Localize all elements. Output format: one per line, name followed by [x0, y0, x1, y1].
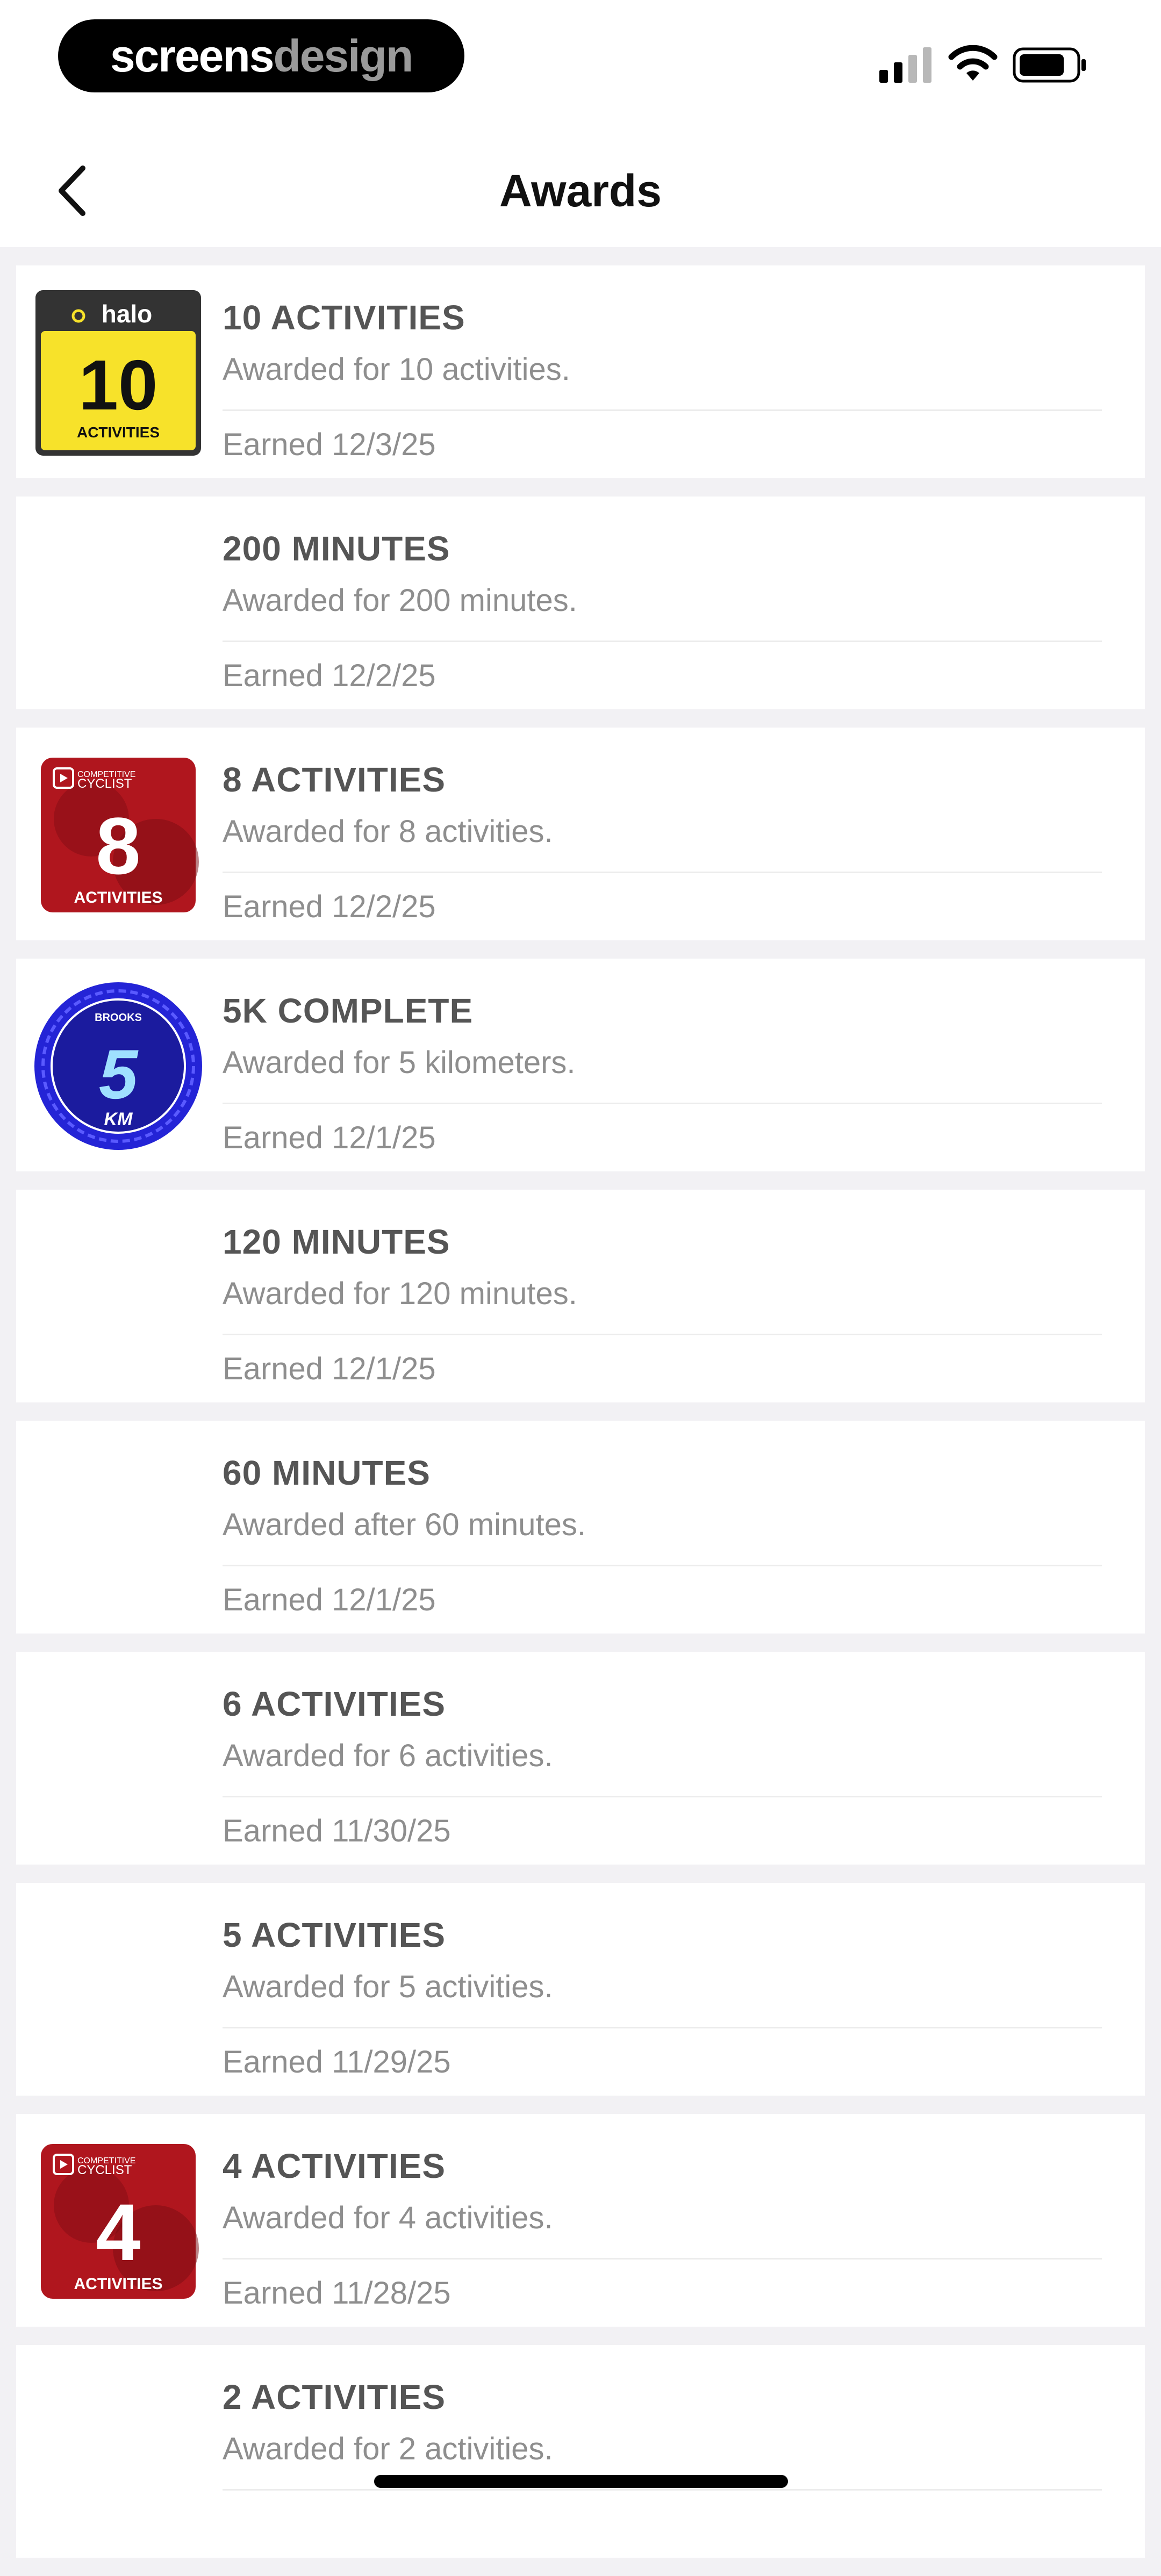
divider: [223, 872, 1102, 873]
divider: [223, 2027, 1102, 2028]
divider: [223, 2489, 1102, 2491]
award-description: Awarded after 60 minutes.: [223, 1507, 586, 1542]
cyclist-badge-brand: CYCLIST: [77, 2163, 132, 2177]
award-description: Awarded for 2 activities.: [223, 2431, 553, 2466]
award-card[interactable]: 120 MINUTES Awarded for 120 minutes. Ear…: [16, 1190, 1145, 1402]
award-card[interactable]: halo 10 ACTIVITIES 10 ACTIVITIES Awarded…: [16, 265, 1145, 478]
award-title: 60 MINUTES: [223, 1454, 431, 1492]
award-description: Awarded for 200 minutes.: [223, 583, 577, 618]
award-card[interactable]: 6 ACTIVITIES Awarded for 6 activities. E…: [16, 1652, 1145, 1865]
status-bar: screens design: [0, 0, 1161, 129]
award-description: Awarded for 120 minutes.: [223, 1276, 577, 1311]
award-title: 10 ACTIVITIES: [223, 298, 465, 337]
award-description: Awarded for 10 activities.: [223, 352, 570, 387]
cyclist-4-badge-icon: COMPETITIVE CYCLIST 4 ACTIVITIES: [41, 2144, 199, 2299]
divider: [223, 1334, 1102, 1335]
award-description: Awarded for 8 activities.: [223, 814, 553, 849]
award-title: 120 MINUTES: [223, 1222, 450, 1261]
divider: [223, 409, 1102, 411]
award-card[interactable]: 200 MINUTES Awarded for 200 minutes. Ear…: [16, 497, 1145, 709]
award-description: Awarded for 4 activities.: [223, 2200, 553, 2235]
award-earned-date: Earned 12/1/25: [223, 1351, 436, 1386]
award-title: 6 ACTIVITIES: [223, 1685, 446, 1723]
signal-icon: [879, 47, 931, 83]
award-description: Awarded for 5 kilometers.: [223, 1045, 576, 1080]
halo-badge-number: 10: [79, 346, 158, 424]
brand-secondary: design: [273, 30, 413, 81]
cyclist-badge-number: 8: [96, 801, 140, 891]
award-title: 5K COMPLETE: [223, 991, 474, 1030]
cyclist-badge-number: 4: [96, 2187, 140, 2277]
award-description: Awarded for 5 activities.: [223, 1969, 553, 2004]
divider: [223, 1796, 1102, 1797]
divider: [223, 1103, 1102, 1104]
award-card[interactable]: 2 ACTIVITIES Awarded for 2 activities.: [16, 2345, 1145, 2558]
cyclist-8-badge-icon: COMPETITIVE CYCLIST 8 ACTIVITIES: [41, 758, 199, 912]
award-title: 5 ACTIVITIES: [223, 1916, 446, 1954]
nav-bar: Awards: [0, 129, 1161, 247]
page-title: Awards: [499, 166, 662, 216]
award-title: 2 ACTIVITIES: [223, 2378, 446, 2416]
award-earned-date: Earned 11/28/25: [223, 2276, 451, 2311]
award-title: 200 MINUTES: [223, 529, 450, 568]
halo-10-badge-icon: halo 10 ACTIVITIES: [35, 290, 201, 456]
cyclist-badge-label: ACTIVITIES: [74, 889, 162, 906]
award-earned-date: Earned 12/1/25: [223, 1582, 436, 1617]
award-earned-date: Earned 12/1/25: [223, 1120, 436, 1155]
award-earned-date: Earned 12/2/25: [223, 658, 436, 693]
awards-list: halo 10 ACTIVITIES 10 ACTIVITIES Awarded…: [16, 265, 1145, 2576]
home-indicator[interactable]: [374, 2475, 788, 2488]
brooks-badge-brand: BROOKS: [95, 1012, 142, 1024]
halo-badge-label: ACTIVITIES: [77, 424, 160, 441]
divider: [223, 1565, 1102, 1566]
divider: [223, 641, 1102, 642]
wifi-icon: [948, 45, 998, 81]
award-title: 4 ACTIVITIES: [223, 2147, 446, 2185]
divider: [223, 2258, 1102, 2260]
award-earned-date: Earned 12/2/25: [223, 889, 436, 924]
halo-badge-brand: halo: [102, 300, 153, 328]
brand-logo: screens design: [58, 19, 464, 92]
award-earned-date: Earned 11/30/25: [223, 1814, 451, 1848]
award-card[interactable]: COMPETITIVE CYCLIST 8 ACTIVITIES 8 ACTIV…: [16, 728, 1145, 940]
battery-icon: [1013, 47, 1086, 83]
brooks-5k-badge-icon: BROOKS 5 KM: [34, 982, 202, 1150]
award-earned-date: Earned 12/3/25: [223, 427, 436, 462]
brooks-badge-unit: KM: [104, 1109, 133, 1129]
brand-primary: screens: [110, 30, 275, 81]
award-title: 8 ACTIVITIES: [223, 760, 446, 799]
award-card[interactable]: 60 MINUTES Awarded after 60 minutes. Ear…: [16, 1421, 1145, 1634]
cyclist-badge-label: ACTIVITIES: [74, 2275, 162, 2293]
award-card[interactable]: COMPETITIVE CYCLIST 4 ACTIVITIES 4 ACTIV…: [16, 2114, 1145, 2327]
brooks-badge-number: 5: [99, 1035, 139, 1113]
award-card[interactable]: 5 ACTIVITIES Awarded for 5 activities. E…: [16, 1883, 1145, 2096]
award-description: Awarded for 6 activities.: [223, 1738, 553, 1773]
cyclist-badge-brand: CYCLIST: [77, 776, 132, 791]
award-card[interactable]: BROOKS 5 KM 5K COMPLETE Awarded for 5 ki…: [16, 959, 1145, 1171]
award-earned-date: Earned 11/29/25: [223, 2045, 451, 2079]
